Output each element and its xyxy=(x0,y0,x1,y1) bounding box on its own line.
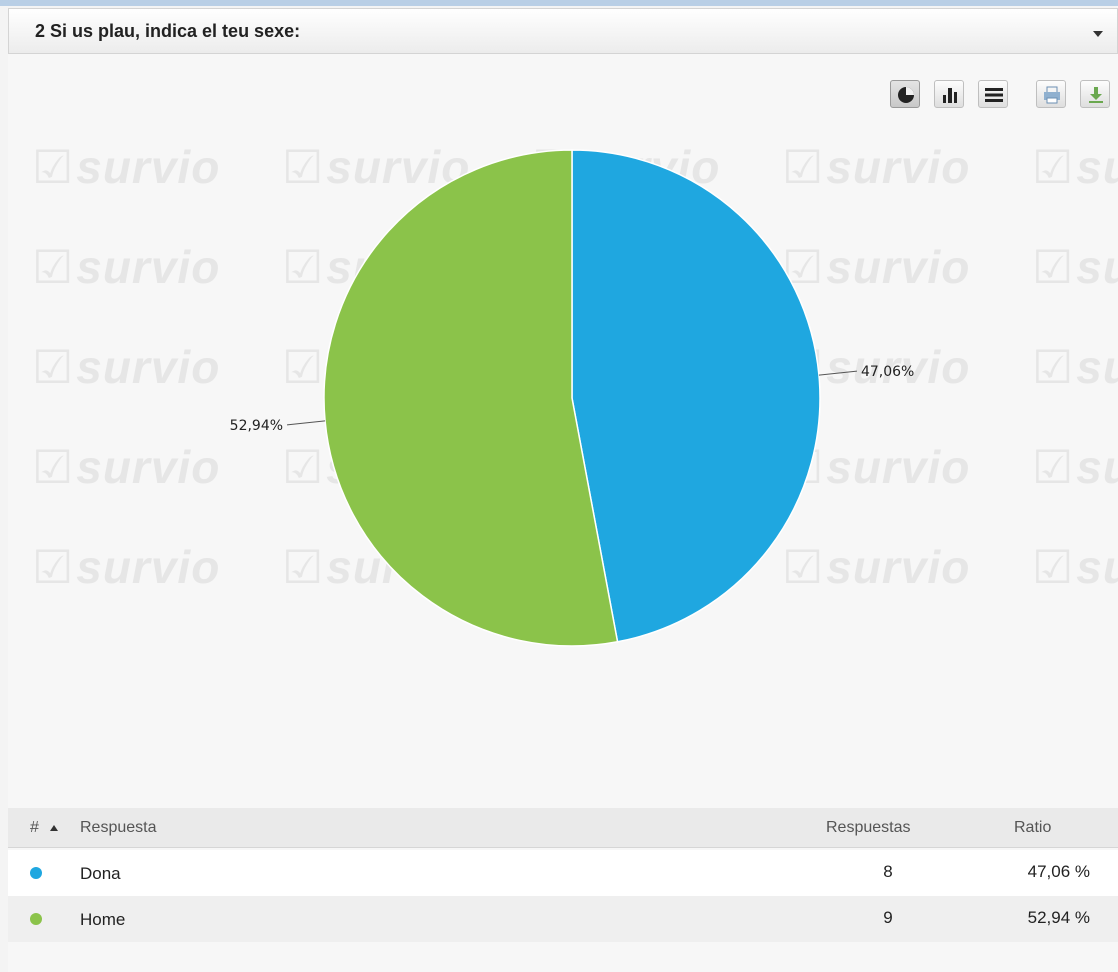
table-row: Home 9 52,94 % xyxy=(8,896,1118,942)
pie-data-label: 52,94% xyxy=(230,418,283,434)
answer-column-header[interactable]: Respuesta xyxy=(80,819,157,837)
pie-slice-dona[interactable] xyxy=(571,149,821,643)
results-table-header: # Respuesta Respuestas Ratio xyxy=(8,808,1118,848)
pie-chart-view-button[interactable] xyxy=(890,80,920,108)
pie-chart: 47,06% 52,94% xyxy=(230,149,914,647)
legend-dot-icon xyxy=(30,867,42,879)
print-button[interactable] xyxy=(1036,80,1066,108)
legend-dot-icon xyxy=(30,913,42,925)
count-column-header[interactable]: Respuestas xyxy=(826,819,911,837)
sort-ascending-icon[interactable] xyxy=(50,825,58,831)
answer-count: 9 xyxy=(883,908,893,927)
answer-count: 8 xyxy=(883,862,893,881)
answer-ratio: 47,06 % xyxy=(1027,862,1090,881)
answer-ratio: 52,94 % xyxy=(1027,908,1090,927)
label-connector xyxy=(287,420,326,426)
download-icon xyxy=(1089,87,1103,103)
index-column-header[interactable]: # xyxy=(30,819,39,837)
print-icon xyxy=(1044,86,1060,104)
pie-chart-icon xyxy=(898,87,914,103)
pie-data-label: 47,06% xyxy=(861,364,914,380)
download-button[interactable] xyxy=(1080,80,1110,108)
top-border-strip xyxy=(0,0,1118,6)
label-connector xyxy=(818,370,857,376)
ratio-column-header[interactable]: Ratio xyxy=(1014,819,1051,837)
bar-chart-icon xyxy=(943,88,957,103)
table-view-button[interactable] xyxy=(978,80,1008,108)
question-header[interactable]: 2 Si us plau, indica el teu sexe: xyxy=(8,8,1118,54)
answer-label: Home xyxy=(80,910,126,929)
dropdown-arrow-icon[interactable] xyxy=(1093,31,1103,37)
table-view-icon xyxy=(985,88,1003,102)
table-row: Dona 8 47,06 % xyxy=(8,850,1118,896)
question-title: 2 Si us plau, indica el teu sexe: xyxy=(35,21,301,41)
bar-chart-view-button[interactable] xyxy=(934,80,964,108)
answer-label: Dona xyxy=(80,864,121,883)
